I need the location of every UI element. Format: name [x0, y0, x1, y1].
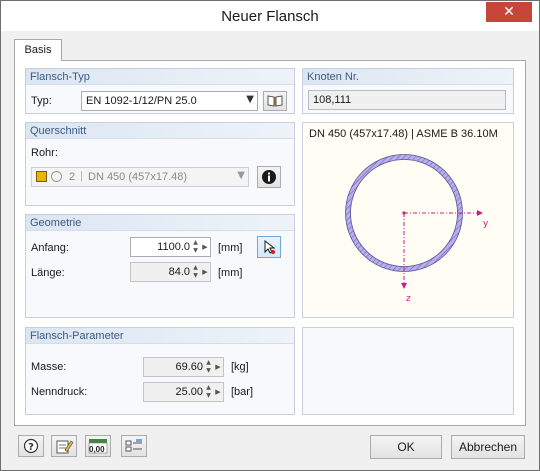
z-axis-label: z	[406, 294, 411, 304]
rohr-select-value: DN 450 (457x17.48)	[88, 171, 188, 183]
group-header-flansch-parameter: Flansch-Parameter	[26, 328, 294, 344]
chevron-right-icon: ▶	[215, 363, 221, 371]
group-querschnitt: Querschnitt	[25, 122, 295, 206]
empty-panel	[302, 327, 514, 415]
masse-label: Masse:	[31, 361, 67, 373]
masse-input[interactable]: 69.60 ▲ ▼ ▶	[143, 357, 224, 377]
group-header-flansch-typ: Flansch-Typ	[26, 69, 294, 85]
spin-updown-icon: ▲ ▼	[206, 359, 211, 374]
title-bar: Neuer Flansch ✕	[1, 1, 539, 31]
section-preview: DN 450 (457x17.48) | ASME B 36.10M y z	[302, 122, 514, 318]
pick-point-button[interactable]	[257, 236, 281, 258]
view-settings-icon	[125, 439, 142, 452]
rohr-select[interactable]: 2 | DN 450 (457x17.48) ▼	[31, 167, 249, 187]
chevron-right-icon: ▶	[215, 388, 221, 396]
nenndruck-value: 25.00	[175, 386, 203, 398]
help-button[interactable]: ?	[18, 435, 44, 457]
y-axis-label: y	[483, 219, 489, 229]
z-axis-arrow-icon	[401, 283, 407, 289]
color-swatch-icon	[36, 171, 47, 182]
cancel-button[interactable]: Abbrechen	[451, 435, 525, 459]
edit-icon	[56, 440, 74, 454]
anfang-label: Anfang:	[31, 242, 69, 254]
masse-unit: [kg]	[231, 361, 249, 373]
rohr-number: 2	[69, 171, 76, 183]
rohr-label: Rohr:	[31, 147, 58, 159]
spin-updown-icon[interactable]: ▲ ▼	[191, 239, 200, 255]
pick-point-icon	[264, 239, 276, 254]
view-settings-button[interactable]	[121, 435, 147, 457]
masse-value: 69.60	[175, 361, 203, 373]
anfang-input[interactable]: 1100.0 ▲ ▼ ▶	[130, 237, 211, 257]
nenndruck-label: Nenndruck:	[31, 386, 88, 398]
ok-button[interactable]: OK	[370, 435, 442, 459]
tab-basis[interactable]: Basis	[14, 39, 62, 61]
section-drawing: y z	[345, 154, 489, 304]
chevron-right-icon: ▶	[202, 268, 208, 276]
group-header-geometrie: Geometrie	[26, 215, 294, 231]
anfang-value: 1100.0	[157, 241, 190, 253]
nenndruck-input[interactable]: 25.00 ▲ ▼ ▶	[143, 382, 224, 402]
dialog-window: Neuer Flansch ✕ Basis Flansch-Typ Typ: E…	[0, 0, 540, 471]
svg-text:?: ?	[28, 442, 34, 453]
info-button[interactable]	[257, 166, 281, 188]
laenge-label: Länge:	[31, 267, 65, 279]
anfang-unit: [mm]	[218, 242, 243, 254]
group-header-querschnitt: Querschnitt	[26, 123, 294, 139]
close-button[interactable]: ✕	[486, 2, 532, 22]
laenge-unit: [mm]	[218, 267, 243, 279]
pipe-section-icon	[51, 171, 62, 182]
typ-select-value: EN 1092-1/12/PN 25.0	[86, 95, 197, 107]
spin-updown-icon: ▲ ▼	[206, 384, 211, 399]
spin-updown-icon: ▲ ▼	[193, 264, 198, 279]
chevron-down-icon: ▼	[237, 170, 245, 181]
laenge-value: 84.0	[168, 266, 190, 278]
chevron-right-icon[interactable]: ▶	[201, 239, 209, 255]
units-button[interactable]: 0,00	[85, 435, 111, 457]
chevron-down-icon: ▼	[246, 94, 254, 105]
book-icon	[267, 95, 283, 107]
window-title: Neuer Flansch	[221, 8, 319, 25]
laenge-input[interactable]: 84.0 ▲ ▼ ▶	[130, 262, 211, 282]
centroid-point	[402, 211, 406, 215]
units-icon-text: 0,00	[89, 445, 105, 454]
library-button[interactable]	[263, 91, 287, 111]
typ-select[interactable]: EN 1092-1/12/PN 25.0 ▼	[81, 91, 258, 111]
y-axis-arrow-icon	[477, 210, 483, 216]
knoten-field: 108,111	[308, 90, 506, 110]
nenndruck-unit: [bar]	[231, 386, 254, 398]
typ-label: Typ:	[31, 95, 52, 107]
group-header-knoten: Knoten Nr.	[303, 69, 513, 85]
help-icon: ?	[23, 438, 39, 454]
info-icon	[262, 170, 276, 184]
separator: |	[80, 170, 83, 182]
edit-button[interactable]	[51, 435, 77, 457]
